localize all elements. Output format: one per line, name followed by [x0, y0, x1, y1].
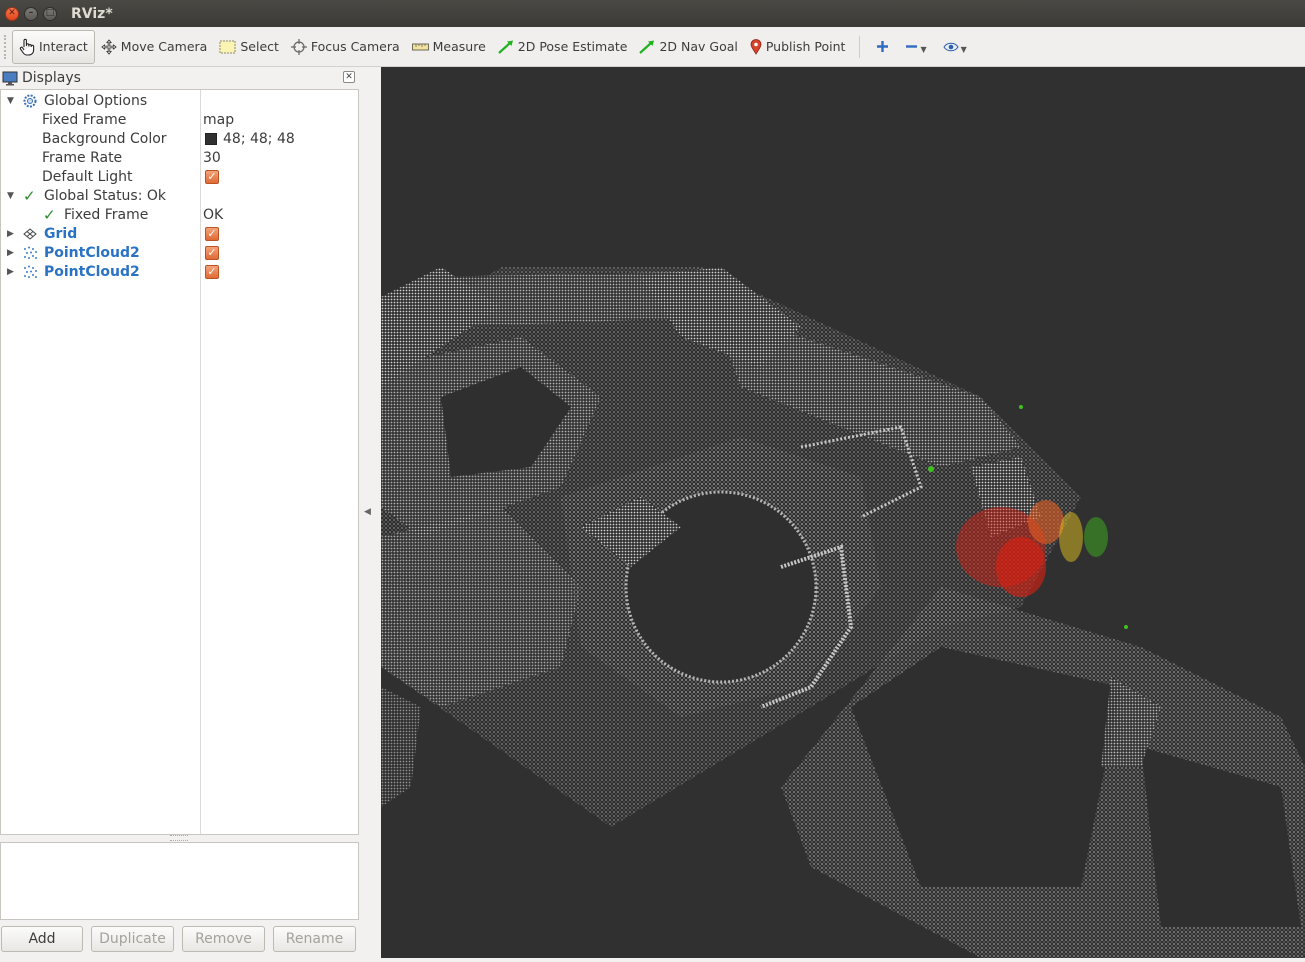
duplicate-button[interactable]: Duplicate [91, 926, 174, 952]
check-icon: ✓ [43, 205, 56, 224]
tree-row-value[interactable]: 48; 48; 48 [203, 131, 295, 147]
chevron-down-icon: ▼ [920, 45, 927, 54]
tool-select-button[interactable]: Select [213, 30, 285, 64]
tree-row-label: Fixed Frame [42, 111, 127, 128]
point-cloud-render[interactable] [381, 67, 1305, 958]
remove-button[interactable]: Remove [182, 926, 265, 952]
pointcloud2-checkbox[interactable]: ✓ [205, 245, 219, 260]
tree-row-label: Fixed Frame [64, 206, 149, 223]
view-eye-icon [943, 42, 959, 51]
tool-move-camera-label: Move Camera [120, 39, 208, 54]
ruler-icon [411, 43, 429, 50]
window-title: RViz* [71, 5, 113, 22]
tree-row-pointcloud2-2[interactable]: ▶ PointCloud2 ✓ [1, 262, 358, 281]
tool-measure-label: Measure [432, 39, 486, 54]
expand-arrow-icon[interactable]: ▼ [7, 191, 17, 201]
monitor-icon [2, 71, 18, 85]
rename-button[interactable]: Rename [273, 926, 356, 952]
focus-crosshair-icon [290, 38, 307, 55]
expand-arrow-icon[interactable]: ▼ [7, 96, 17, 106]
map-pin-icon [750, 38, 762, 55]
tool-2d-nav-goal-button[interactable]: 2D Nav Goal [633, 30, 743, 64]
tree-row-global-status[interactable]: ▼ ✓ Global Status: Ok [1, 186, 358, 205]
panel-splitter[interactable] [170, 835, 188, 841]
tree-row-frame-rate[interactable]: Frame Rate 30 [1, 148, 358, 167]
displays-button-row: Add Duplicate Remove Rename [0, 926, 359, 954]
add-button[interactable]: Add [1, 926, 83, 952]
panel-close-button[interactable]: ✕ [343, 71, 355, 83]
tool-measure-button[interactable]: Measure [406, 30, 492, 64]
tree-row-background-color[interactable]: Background Color 48; 48; 48 [1, 129, 358, 148]
toolbar-separator [859, 35, 861, 58]
status-strip [0, 958, 1305, 962]
tool-2d-pose-estimate-label: 2D Pose Estimate [517, 39, 628, 54]
tree-row-status-fixed-frame[interactable]: ✓ Fixed Frame OK [1, 205, 358, 224]
default-light-checkbox[interactable]: ✓ [205, 169, 219, 184]
remove-tool-icon [906, 45, 918, 48]
tool-focus-camera-button[interactable]: Focus Camera [285, 30, 406, 64]
tree-row-label: Default Light [42, 168, 133, 185]
tree-row-label: Global Options [44, 92, 148, 109]
expand-arrow-icon[interactable]: ▶ [7, 267, 17, 277]
displays-panel-title: Displays [22, 70, 81, 86]
tree-row-label: Background Color [42, 130, 167, 147]
tree-row-default-light[interactable]: Default Light ✓ [1, 167, 358, 186]
move-camera-icon [101, 38, 117, 55]
displays-tree: ▼ Global Options Fixed Frame map Backgro… [0, 89, 359, 835]
render-viewport[interactable] [381, 67, 1305, 958]
window-close-button[interactable]: ✕ [5, 6, 19, 21]
add-tool-icon [877, 41, 889, 52]
view-options-button[interactable]: ▼ [935, 30, 975, 64]
property-description-box [0, 842, 359, 920]
tree-row-pointcloud2-1[interactable]: ▶ PointCloud2 ✓ [1, 243, 358, 262]
tool-select-label: Select [240, 39, 279, 54]
collapse-panel-handle[interactable]: ◀ [364, 507, 371, 517]
tree-row-label: PointCloud2 [44, 244, 140, 261]
tree-row-grid[interactable]: ▶ Grid ✓ [1, 224, 358, 243]
toolbar-grip[interactable] [4, 34, 8, 59]
pointcloud-icon [23, 265, 38, 279]
tool-2d-nav-goal-label: 2D Nav Goal [659, 39, 738, 54]
pointcloud-icon [23, 246, 38, 260]
window-minimize-button[interactable]: – [24, 6, 38, 21]
color-value: 48; 48; 48 [223, 130, 295, 147]
tree-row-fixed-frame[interactable]: Fixed Frame map [1, 110, 358, 129]
window-maximize-button[interactable]: □ [43, 6, 57, 21]
window-titlebar: ✕ – □ RViz* [0, 0, 1305, 27]
tree-row-label: Grid [44, 225, 78, 242]
tree-row-label: PointCloud2 [44, 263, 140, 280]
remove-tool-button[interactable]: ▼ [897, 30, 934, 64]
add-tool-button[interactable] [868, 30, 897, 64]
tree-row-label: Global Status: Ok [44, 187, 167, 204]
gear-icon [23, 94, 37, 108]
tool-publish-point-button[interactable]: Publish Point [744, 30, 852, 64]
tools-toolbar: Interact Move Camera Select Focus Camera… [0, 27, 1305, 67]
expand-arrow-icon[interactable]: ▶ [7, 248, 17, 258]
tool-2d-pose-estimate-button[interactable]: 2D Pose Estimate [492, 30, 634, 64]
tree-row-global-options[interactable]: ▼ Global Options [1, 91, 358, 110]
tool-move-camera-button[interactable]: Move Camera [95, 30, 214, 64]
grid-checkbox[interactable]: ✓ [205, 226, 219, 241]
tree-row-value[interactable]: map [203, 112, 234, 128]
green-arrow-icon [639, 40, 655, 54]
select-box-icon [219, 40, 236, 53]
expand-arrow-icon[interactable]: ▶ [7, 229, 17, 239]
point-cloud-map [381, 267, 1305, 958]
grid-icon [23, 227, 37, 240]
tool-publish-point-label: Publish Point [765, 39, 846, 54]
hand-pointer-icon [19, 38, 35, 56]
displays-panel: Displays ✕ ▼ Global Options Fixed Frame … [0, 67, 359, 962]
displays-panel-header: Displays ✕ [0, 67, 359, 89]
chevron-down-icon: ▼ [960, 45, 967, 54]
tree-row-value[interactable]: 30 [203, 150, 221, 166]
pointcloud2-checkbox[interactable]: ✓ [205, 264, 219, 279]
check-icon: ✓ [23, 186, 36, 205]
green-arrow-icon [498, 40, 513, 54]
tree-row-label: Frame Rate [42, 149, 123, 166]
tool-focus-camera-label: Focus Camera [310, 39, 400, 54]
tool-interact-label: Interact [39, 39, 88, 54]
tool-interact-button[interactable]: Interact [12, 29, 95, 64]
color-swatch[interactable] [205, 132, 217, 145]
tree-row-value: OK [203, 206, 224, 223]
